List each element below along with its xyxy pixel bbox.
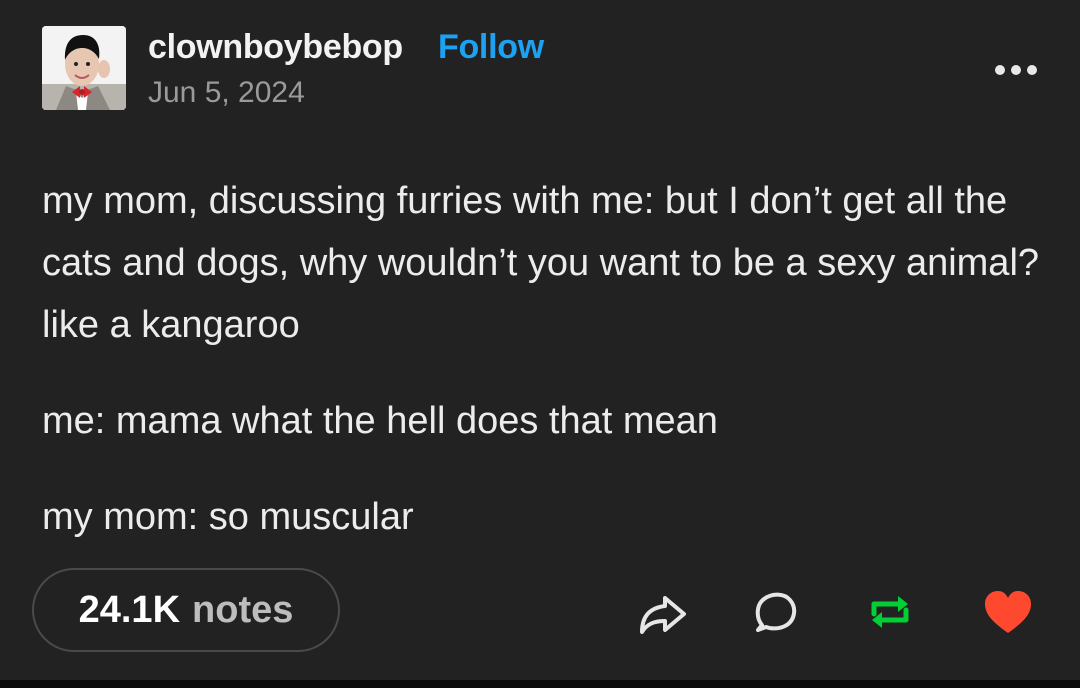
notes-button[interactable]: 24.1K notes: [32, 568, 340, 652]
post-card: clownboybebop Follow Jun 5, 2024 my mom,…: [0, 0, 1080, 680]
share-icon-graphic: [640, 596, 686, 634]
share-icon[interactable]: [634, 584, 690, 640]
follow-button[interactable]: Follow: [438, 28, 544, 67]
heart-icon[interactable]: [980, 584, 1036, 640]
more-dot: [1011, 65, 1021, 75]
notes-label: notes: [192, 588, 294, 631]
more-dot: [995, 65, 1005, 75]
post-paragraph: my mom: so muscular: [42, 496, 414, 538]
heart-icon-graphic: [985, 591, 1031, 633]
more-options-icon[interactable]: [990, 58, 1042, 82]
post-date: Jun 5, 2024: [148, 76, 305, 109]
post-paragraph: me: mama what the hell does that mean: [42, 400, 718, 442]
username[interactable]: clownboybebop: [148, 28, 403, 67]
bottom-edge: [0, 680, 1080, 688]
more-dot: [1027, 65, 1037, 75]
reply-icon[interactable]: [748, 584, 804, 640]
notes-count: 24.1K: [78, 588, 181, 631]
post-paragraph: my mom, discussing furries with me: but …: [42, 180, 1040, 346]
reply-icon-graphic: [755, 592, 797, 632]
post-body: my mom, discussing furries with me: but …: [42, 170, 1042, 548]
avatar[interactable]: [42, 26, 126, 110]
avatar-image: [42, 26, 126, 110]
reblog-icon[interactable]: [862, 584, 918, 640]
reblog-icon-graphic: [871, 596, 909, 628]
